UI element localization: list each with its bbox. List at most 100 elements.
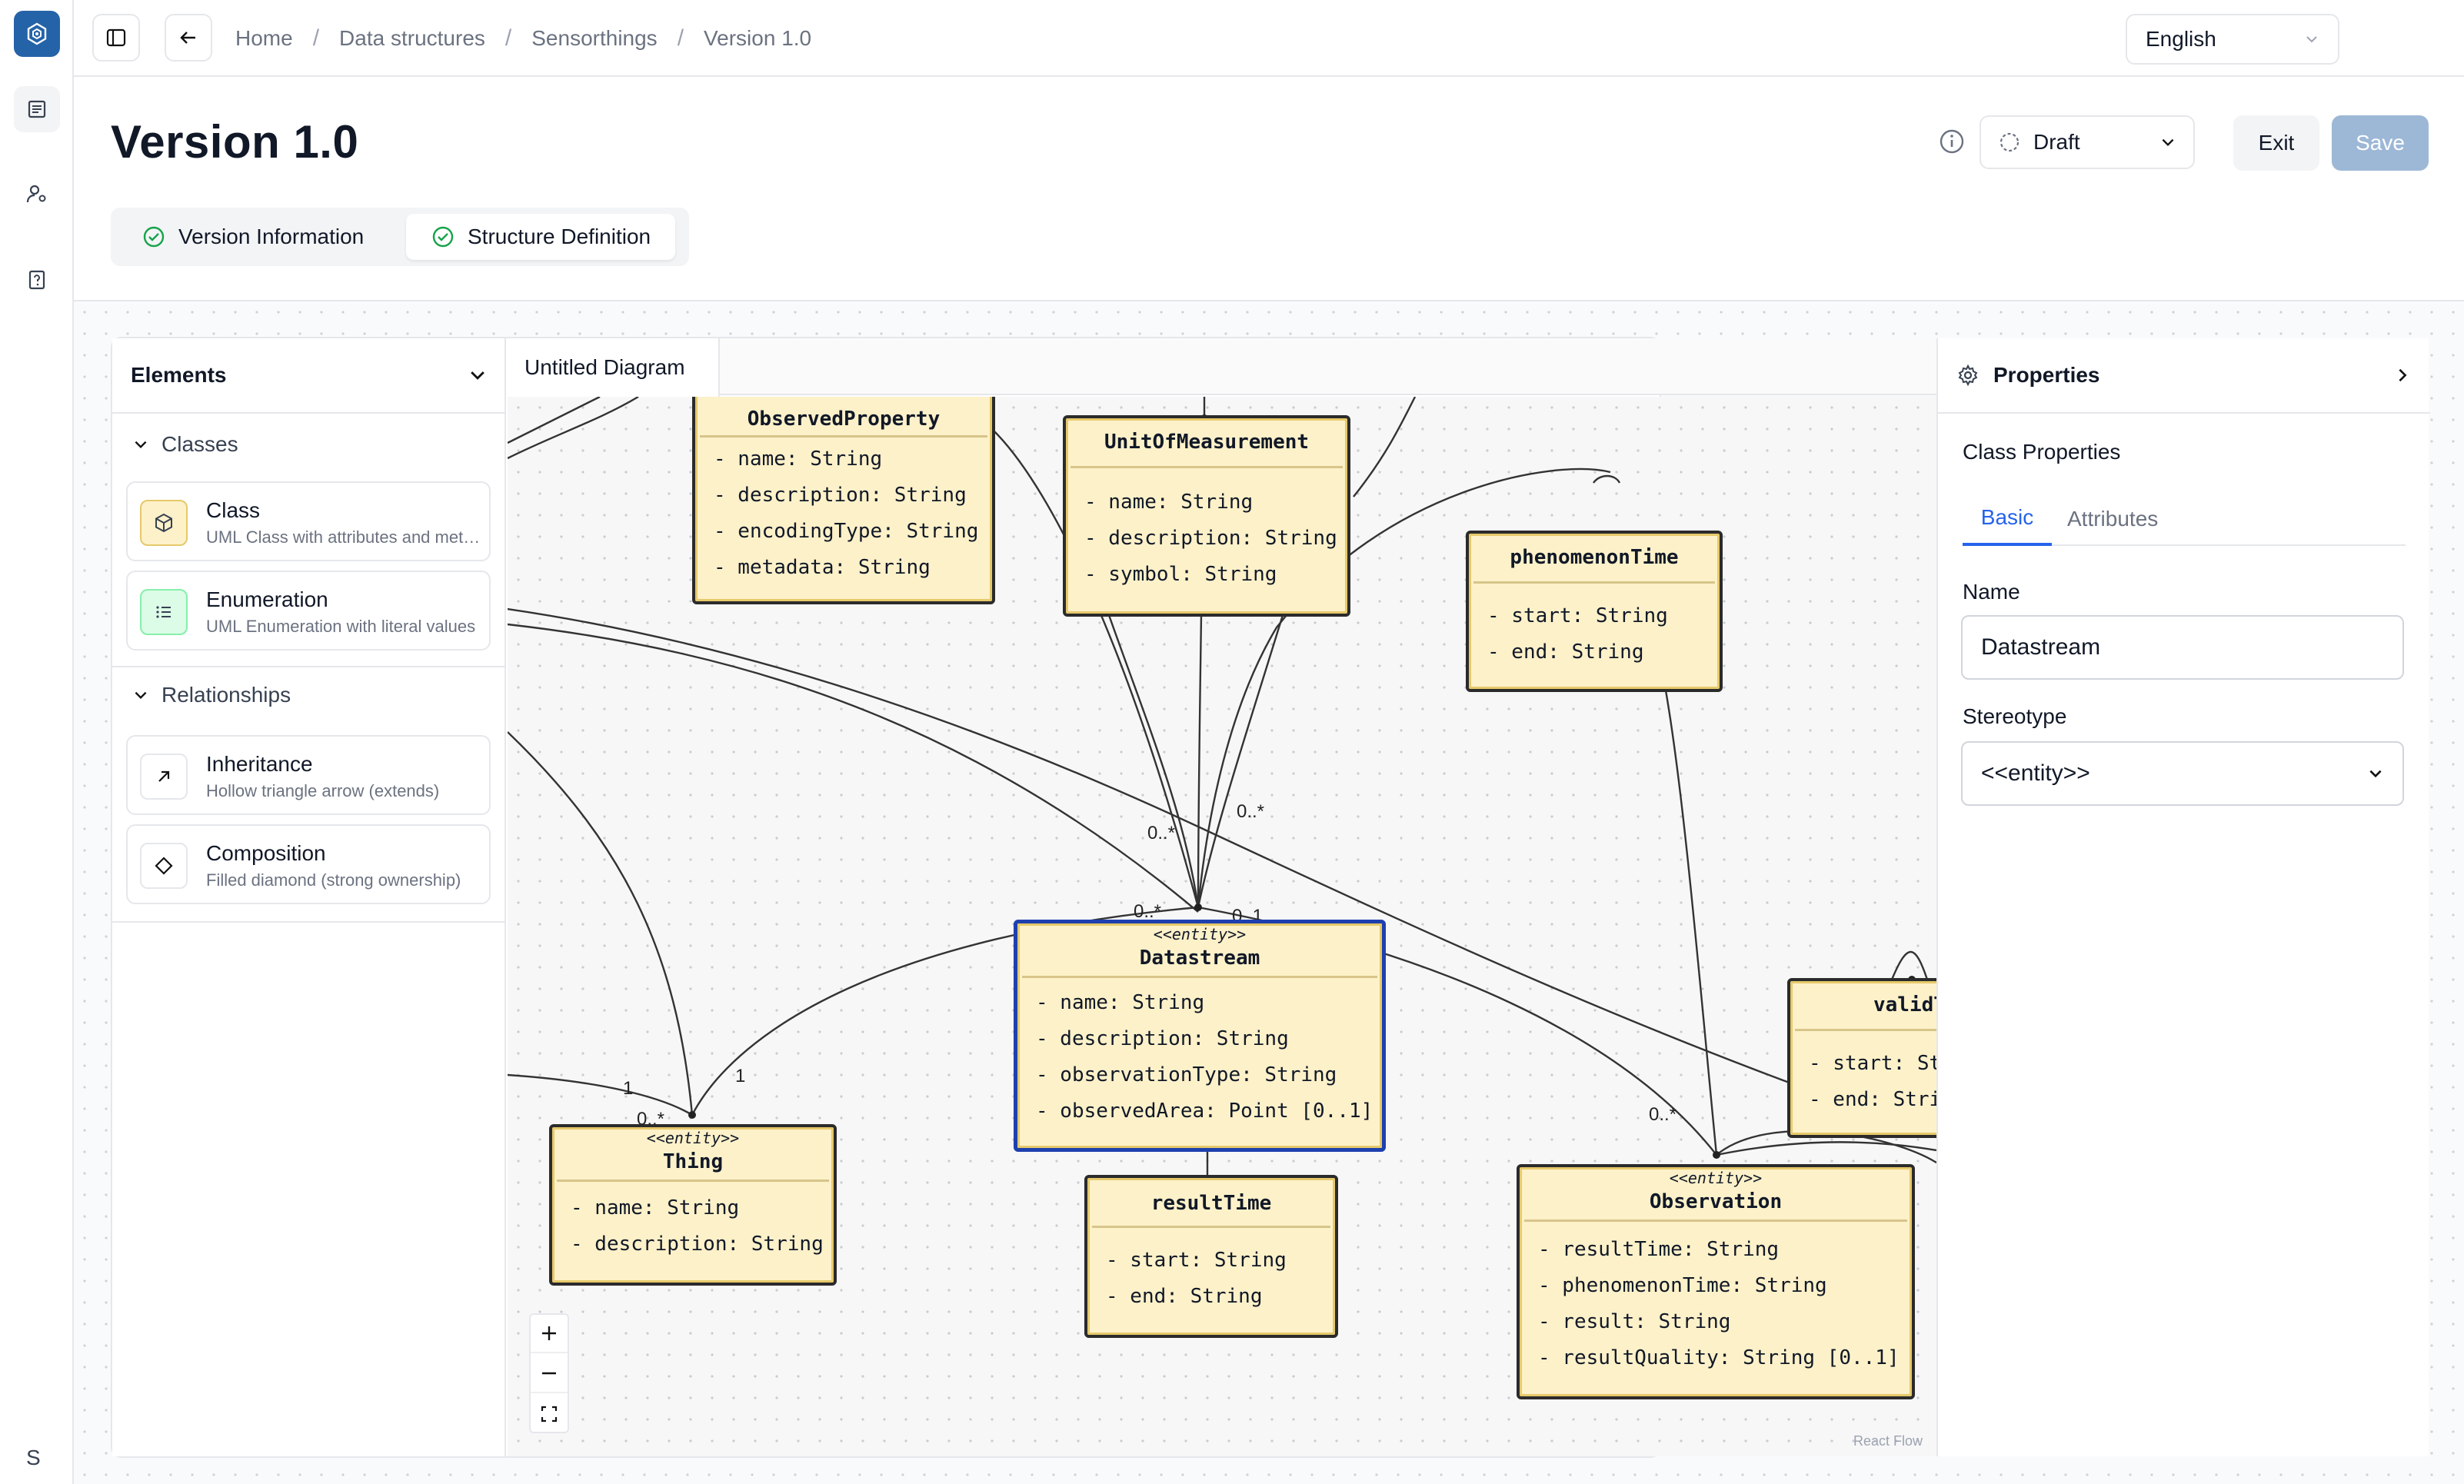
toggle-sidebar-button[interactable]: [92, 14, 140, 62]
breadcrumb-sensorthings[interactable]: Sensorthings: [531, 26, 657, 51]
class-name: validTi: [1873, 993, 1936, 1017]
chevron-down-icon: [135, 441, 147, 449]
diagram-tab[interactable]: Untitled Diagram: [508, 338, 720, 397]
edge-anchor: [688, 1111, 696, 1119]
fit-view-button[interactable]: [531, 1395, 568, 1433]
edge: [1664, 690, 1718, 1156]
class-node-phenomenontime[interactable]: phenomenonTime - start: String - end: Str…: [1466, 531, 1723, 692]
multiplicity-label: 0..*: [1147, 823, 1176, 843]
save-button[interactable]: Save: [2332, 115, 2429, 171]
class-name: phenomenonTime: [1510, 546, 1679, 569]
plus-icon: [542, 1326, 556, 1340]
name-label: Name: [1963, 580, 2020, 604]
stereotype-select[interactable]: <<entity>>: [1961, 741, 2404, 806]
language-select[interactable]: English: [2126, 14, 2339, 65]
app-logo-icon[interactable]: [14, 11, 60, 57]
palette-composition[interactable]: Composition Filled diamond (strong owner…: [126, 824, 491, 904]
chevron-down-icon: [471, 371, 484, 380]
fullscreen-icon: [541, 1406, 558, 1422]
class-stereotype: <<entity>>: [646, 1129, 740, 1147]
elements-title: Elements: [131, 363, 227, 387]
properties-panel: Properties Class Properties Basic Attrib…: [1936, 338, 2430, 1456]
tab-attributes[interactable]: Attributes: [2067, 492, 2158, 546]
properties-title: Properties: [1993, 363, 2100, 387]
tab-structure-definition[interactable]: Structure Definition: [406, 214, 676, 260]
exit-button[interactable]: Exit: [2233, 115, 2319, 171]
edge: [1197, 614, 1284, 908]
user-avatar[interactable]: S: [26, 1446, 41, 1470]
cube-icon: [140, 500, 188, 546]
document-list-icon[interactable]: [14, 86, 60, 132]
name-input-value: Datastream: [1981, 634, 2101, 660]
edge: [1107, 614, 1200, 908]
arrow-up-right-icon: [140, 754, 188, 800]
name-input[interactable]: Datastream: [1961, 615, 2404, 680]
class-name: Observation: [1649, 1190, 1783, 1213]
chevron-down-icon: [2369, 770, 2382, 778]
tab-version-information[interactable]: Version Information: [117, 214, 388, 260]
react-flow-attribution[interactable]: React Flow: [1853, 1433, 1923, 1449]
chevron-down-icon: [2306, 36, 2317, 43]
check-circle-icon: [432, 226, 454, 248]
class-node-resulttime[interactable]: resultTime - start: String - end: String: [1084, 1175, 1338, 1338]
chevron-right-icon[interactable]: [2393, 366, 2412, 384]
stereotype-value: <<entity>>: [1981, 760, 2090, 786]
user-settings-icon[interactable]: [14, 171, 60, 217]
class-attributes: - name: String - description: String - obs…: [1036, 991, 1374, 1123]
edge: [508, 397, 639, 460]
edge: [508, 731, 694, 1116]
edge: [1197, 614, 1203, 908]
diagram-canvas[interactable]: 0..* 0..* 0..* 0..1 1 1 0..* 0..* Observ…: [508, 397, 1936, 1456]
class-attributes: - resultTime: String - phenomenonTime: St…: [1538, 1238, 1900, 1369]
chevron-down-icon: [2162, 138, 2174, 147]
diagram-tab-bar: [508, 338, 1936, 395]
help-icon[interactable]: [14, 257, 60, 303]
classes-heading: Classes: [161, 432, 238, 456]
class-node-observation[interactable]: <<entity>> Observation - resultTime: Str…: [1517, 1164, 1915, 1399]
palette-enumeration[interactable]: Enumeration UML Enumeration with literal…: [126, 571, 491, 650]
palette-desc: UML Enumeration with literal values: [206, 617, 476, 636]
check-circle-icon: [143, 226, 165, 248]
palette-title: Composition: [206, 841, 326, 865]
palette-inheritance[interactable]: Inheritance Hollow triangle arrow (exten…: [126, 735, 491, 815]
class-attributes: - name: String - description: String: [571, 1196, 824, 1256]
class-name: UnitOfMeasurement: [1104, 431, 1310, 454]
class-node-thing[interactable]: <<entity>> Thing - name: String - descrip…: [549, 1124, 837, 1286]
edge: [1593, 474, 1621, 484]
palette-class[interactable]: Class UML Class with attributes and meth…: [126, 481, 491, 561]
elements-header[interactable]: Elements: [112, 338, 506, 414]
left-rail: S: [0, 0, 74, 1484]
class-properties-heading: Class Properties: [1963, 440, 2121, 464]
class-node-validtime[interactable]: validTi - start: St- end: Stri: [1787, 978, 1936, 1138]
palette-desc: Filled diamond (strong ownership): [206, 870, 461, 890]
class-stereotype: <<entity>>: [1153, 925, 1247, 943]
zoom-out-button[interactable]: [531, 1355, 568, 1393]
back-button[interactable]: [165, 14, 212, 62]
zoom-controls: [529, 1313, 569, 1433]
edge-anchor: [1713, 1151, 1720, 1159]
edge-anchor: [1194, 903, 1202, 911]
class-attributes: - name: String - description: String - enc…: [714, 448, 979, 579]
minus-icon: [542, 1372, 556, 1375]
info-icon[interactable]: [1938, 128, 1966, 155]
class-node-unitofmeasurement[interactable]: UnitOfMeasurement - name: String - descri…: [1063, 415, 1350, 617]
class-attributes: - start: String - end: String: [1487, 604, 1668, 664]
breadcrumb-data-structures[interactable]: Data structures: [339, 26, 485, 51]
relationships-section-header[interactable]: Relationships: [112, 672, 506, 718]
zoom-in-button[interactable]: [531, 1315, 568, 1353]
classes-section-header[interactable]: Classes: [112, 421, 506, 467]
class-node-observedproperty[interactable]: ObservedProperty - name: String - descrip…: [692, 397, 995, 604]
stereotype-label: Stereotype: [1963, 704, 2067, 728]
status-select[interactable]: Draft: [1980, 115, 2195, 169]
palette-title: Inheritance: [206, 752, 313, 776]
breadcrumb: Home / Data structures / Sensorthings / …: [235, 25, 812, 51]
relationships-heading: Relationships: [161, 683, 291, 707]
class-name: Datastream: [1139, 947, 1260, 970]
class-name: ObservedProperty: [747, 408, 941, 431]
tab-basic[interactable]: Basic: [1963, 492, 2052, 546]
class-attributes: - start: St - end: Stri: [1809, 1052, 1936, 1111]
edge: [508, 623, 1199, 913]
language-value: English: [2146, 27, 2216, 51]
breadcrumb-home[interactable]: Home: [235, 26, 293, 51]
class-node-datastream[interactable]: <<entity>> Datastream - name: String - de…: [1014, 920, 1386, 1152]
